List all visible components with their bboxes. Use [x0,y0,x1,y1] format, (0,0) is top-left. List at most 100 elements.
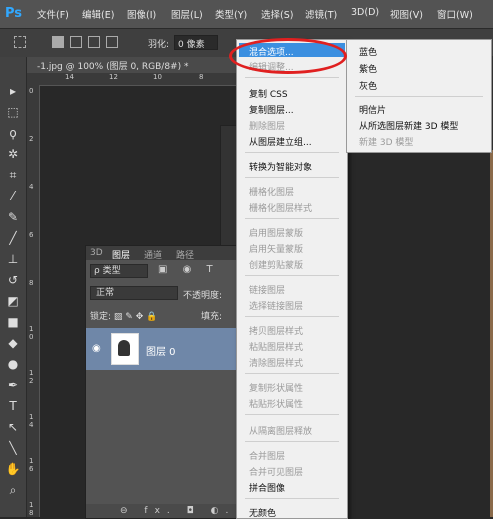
menu-bar: Ps 文件(F) 编辑(E) 图像(I) 图层(L) 类型(Y) 选择(S) 滤… [0,0,493,28]
menu-item-rasterize-style[interactable]: 栅格化图层样式 [249,201,312,214]
brush-tool-icon[interactable]: ╱ [4,229,22,247]
menu-type[interactable]: 类型(Y) [215,7,247,21]
gradient-tool-icon[interactable]: ■ [4,313,22,331]
blend-mode-select[interactable]: 正常 [90,286,178,300]
filter-icons[interactable]: ▣ ◉ T [158,264,219,275]
menu-filter[interactable]: 滤镜(T) [305,7,337,21]
document-tab[interactable]: -1.jpg @ 100% (图层 0, RGB/8#) * [27,57,237,73]
menu-item-flatten-image[interactable]: 拼合图像 [249,481,285,494]
menu-file[interactable]: 文件(F) [37,7,69,21]
menu-item-clear-layer-style[interactable]: 清除图层样式 [249,356,303,369]
tab-channels[interactable]: 通道 [144,248,162,261]
menu-3d[interactable]: 3D(D) [351,7,379,18]
line-tool-icon[interactable]: ╲ [4,439,22,457]
visibility-eye-icon[interactable]: ◉ [92,343,101,354]
menu-view[interactable]: 视图(V) [390,7,423,21]
menu-item-copy-css[interactable]: 复制 CSS [249,87,288,100]
lock-icons[interactable]: ▨ ✎ ✥ 🔒 [114,312,157,322]
add-selection-icon[interactable] [70,36,82,48]
menu-item-copy-shape-attributes[interactable]: 复制形状属性 [249,381,303,394]
menu-item-link-layers[interactable]: 链接图层 [249,283,285,296]
menu-item-violet[interactable]: 紫色 [359,62,377,75]
subtract-selection-icon[interactable] [88,36,100,48]
zoom-tool-icon[interactable]: ⌕ [4,481,22,499]
ruler-mark: 2 [29,135,34,143]
menu-window[interactable]: 窗口(W) [437,7,473,21]
marquee-tool-icon[interactable] [14,36,26,48]
history-brush-tool-icon[interactable]: ↺ [4,271,22,289]
layers-panel: 3D 图层 通道 路径 ρ 类型 ▣ ◉ T 正常 不透明度: 锁定: ▨ ✎ … [85,245,254,519]
ruler-mark: 0 [29,87,34,95]
tab-3d[interactable]: 3D [90,248,103,258]
horizontal-ruler: 14 12 10 8 [27,73,237,86]
menu-item-group-from-layers[interactable]: 从图层建立组... [249,135,312,148]
layer-row[interactable]: ◉ 图层 0 [86,328,236,370]
dodge-tool-icon[interactable]: ● [4,355,22,373]
magic-wand-tool-icon[interactable]: ✲ [4,145,22,163]
menu-item-merge-visible[interactable]: 合并可见图层 [249,465,303,478]
ruler-mark: 8 [29,279,34,287]
layer-context-menu: 混合选项... 编辑调整... 复制 CSS 复制图层... 删除图层 从图层建… [236,39,348,519]
ruler-mark: 14 [65,73,74,81]
menu-item-copy-layer-style[interactable]: 拷贝图层样式 [249,324,303,337]
blur-tool-icon[interactable]: ◆ [4,334,22,352]
crop-tool-icon[interactable]: ⌗ [4,166,22,184]
menu-item-duplicate-layer[interactable]: 复制图层... [249,103,294,116]
menu-item-new-3d-model[interactable]: 新建 3D 模型 [359,135,413,148]
menu-edit[interactable]: 编辑(E) [82,7,114,21]
menu-layer[interactable]: 图层(L) [171,7,203,21]
lasso-tool-icon[interactable]: ϙ [4,124,22,142]
photoshop-logo: Ps [5,6,23,21]
menu-item-rasterize-layer[interactable]: 栅格化图层 [249,185,294,198]
feather-label: 羽化: [148,40,170,50]
new-selection-icon[interactable] [52,36,64,48]
ruler-mark: 6 [29,231,34,239]
vertical-ruler: 0 2 4 6 8 1 0 1 2 1 4 1 6 1 8 [27,85,40,517]
pen-tool-icon[interactable]: ✒ [4,376,22,394]
menu-item-release-isolation[interactable]: 从隔离图层释放 [249,424,312,437]
menu-select[interactable]: 选择(S) [261,7,293,21]
menu-item-select-linked[interactable]: 选择链接图层 [249,299,303,312]
panel-tabs: 3D 图层 通道 路径 [86,246,236,261]
menu-item-convert-smart-object[interactable]: 转换为智能对象 [249,160,312,173]
lock-controls: 锁定: ▨ ✎ ✥ 🔒 [90,309,157,322]
move-tool-icon[interactable]: ▸ [4,82,22,100]
path-selection-tool-icon[interactable]: ↖ [4,418,22,436]
ruler-mark: 1 2 [29,369,34,385]
ruler-mark: 1 0 [29,325,34,341]
menu-item-postcard[interactable]: 明信片 [359,103,386,116]
ruler-mark: 12 [109,73,118,81]
panel-footer-icons[interactable]: ⊖ fx. ◘ ◐. ■ [86,504,254,518]
document-title: -1.jpg @ 100% (图层 0, RGB/8#) * [37,62,189,72]
menu-item-gray[interactable]: 灰色 [359,79,377,92]
tab-layers[interactable]: 图层 [112,248,130,261]
eyedropper-tool-icon[interactable]: ⁄ [4,187,22,205]
intersect-selection-icon[interactable] [106,36,118,48]
marquee-tool-icon[interactable]: ⬚ [4,103,22,121]
menu-item-no-color[interactable]: 无颜色 [249,506,276,519]
ruler-mark: 8 [199,73,204,81]
hand-tool-icon[interactable]: ✋ [4,460,22,478]
menu-item-enable-vector-mask[interactable]: 启用矢量蒙版 [249,242,303,255]
menu-item-merge-layers[interactable]: 合并图层 [249,449,285,462]
menu-item-paste-shape-attributes[interactable]: 粘贴形状属性 [249,397,303,410]
layer-thumbnail [111,333,139,365]
eraser-tool-icon[interactable]: ◩ [4,292,22,310]
feather-input[interactable]: 0 像素 [174,35,218,50]
layer-name: 图层 0 [146,347,176,358]
layer-filter-select[interactable]: ρ 类型 [90,264,148,278]
clone-stamp-tool-icon[interactable]: ⊥ [4,250,22,268]
menu-item-blue[interactable]: 蓝色 [359,45,377,58]
menu-item-paste-layer-style[interactable]: 粘贴图层样式 [249,340,303,353]
color-submenu: 蓝色 紫色 灰色 明信片 从所选图层新建 3D 模型 新建 3D 模型 [346,39,492,153]
menu-item-new-3d-from-layer[interactable]: 从所选图层新建 3D 模型 [359,119,458,132]
menu-image[interactable]: 图像(I) [127,7,156,21]
menu-item-create-clipping-mask[interactable]: 创建剪贴蒙版 [249,258,303,271]
tab-paths[interactable]: 路径 [176,248,194,261]
menu-item-delete-layer[interactable]: 删除图层 [249,119,285,132]
ruler-mark: 1 4 [29,413,34,429]
menu-item-enable-layer-mask[interactable]: 启用图层蒙版 [249,226,303,239]
ruler-mark: 1 8 [29,501,34,517]
type-tool-icon[interactable]: T [4,397,22,415]
healing-brush-tool-icon[interactable]: ✎ [4,208,22,226]
